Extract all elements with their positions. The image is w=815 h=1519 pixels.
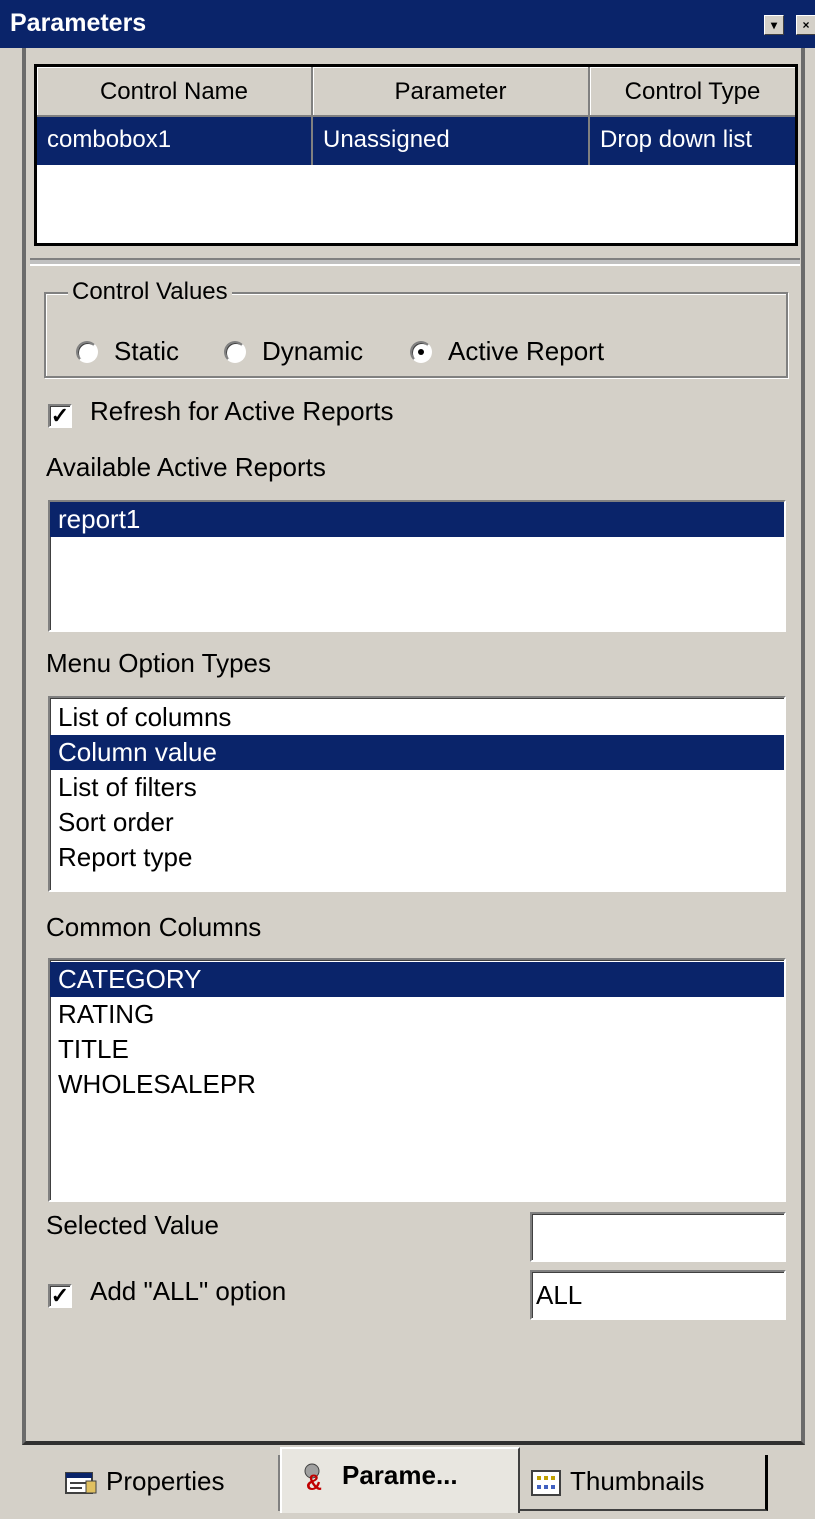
radio-active-report[interactable]: Active Report	[410, 336, 604, 367]
radio-active-report-indicator	[410, 341, 432, 363]
tab-parameters-label: Parame...	[342, 1460, 458, 1490]
tab-parameters[interactable]: & Parame...	[280, 1447, 520, 1513]
available-reports-label: Available Active Reports	[46, 452, 326, 482]
selected-value-input[interactable]	[530, 1212, 786, 1262]
add-all-value-input[interactable]: ALL	[530, 1270, 786, 1320]
radio-dynamic-label: Dynamic	[262, 336, 364, 366]
thumbnails-icon	[531, 1470, 561, 1497]
close-icon[interactable]: ×	[796, 15, 815, 35]
svg-text:&: &	[306, 1470, 322, 1492]
control-values-legend: Control Values	[68, 278, 232, 306]
list-item[interactable]: CATEGORY	[50, 962, 784, 997]
cell-control-type: Drop down list	[600, 126, 753, 153]
list-item[interactable]: WHOLESALEPR	[50, 1067, 784, 1102]
properties-icon	[65, 1472, 97, 1495]
common-columns-list[interactable]: CATEGORY RATING TITLE WHOLESALEPR	[48, 958, 786, 1202]
cell-parameter: Unassigned	[313, 117, 590, 165]
list-item[interactable]: TITLE	[50, 1032, 784, 1067]
radio-static[interactable]: Static	[76, 336, 179, 367]
list-item[interactable]: List of columns	[50, 700, 784, 735]
title-bar: Parameters ▾ ×	[0, 0, 815, 48]
selected-value-label: Selected Value	[46, 1210, 219, 1240]
radio-static-label: Static	[114, 336, 180, 366]
list-item[interactable]: Report type	[50, 840, 784, 875]
add-all-label: Add "ALL" option	[90, 1276, 287, 1306]
parameters-panel: Control Name Parameter Control Type comb…	[22, 48, 805, 1445]
panel-tabs: Properties & Parame... Thumbnails	[0, 1445, 815, 1519]
tab-thumbnails-label: Thumbnails	[570, 1466, 705, 1496]
tab-properties-label: Properties	[106, 1466, 225, 1496]
radio-active-report-label: Active Report	[448, 336, 605, 366]
common-columns-label: Common Columns	[46, 912, 262, 942]
available-reports-list[interactable]: report1	[48, 500, 786, 632]
add-all-checkbox-row[interactable]: ✓ Add "ALL" option	[48, 1276, 286, 1308]
column-header-control-name[interactable]: Control Name	[37, 67, 313, 117]
parameters-icon: &	[304, 1463, 322, 1492]
dropdown-menu-icon[interactable]: ▾	[764, 15, 784, 35]
tab-thumbnails[interactable]: Thumbnails	[520, 1455, 768, 1511]
refresh-checkbox-row[interactable]: ✓ Refresh for Active Reports	[48, 396, 393, 428]
list-item[interactable]: report1	[50, 502, 784, 537]
splitter-handle[interactable]	[30, 258, 800, 266]
list-item[interactable]: RATING	[50, 997, 784, 1032]
parameters-grid: Control Name Parameter Control Type comb…	[34, 64, 798, 246]
list-item[interactable]: Sort order	[50, 805, 784, 840]
refresh-label: Refresh for Active Reports	[90, 396, 394, 426]
column-header-parameter[interactable]: Parameter	[313, 67, 590, 117]
control-values-group: Control Values Static Dynamic Active Rep…	[44, 278, 788, 378]
cell-control-name: combobox1	[37, 117, 313, 165]
grid-header: Control Name Parameter Control Type	[37, 67, 795, 117]
tab-properties[interactable]: Properties	[46, 1455, 280, 1511]
column-header-control-type[interactable]: Control Type	[590, 67, 795, 117]
list-item[interactable]: Column value	[50, 735, 784, 770]
radio-static-indicator	[76, 341, 98, 363]
refresh-checkbox[interactable]: ✓	[48, 404, 72, 428]
list-item[interactable]: List of filters	[50, 770, 784, 805]
menu-option-types-label: Menu Option Types	[46, 648, 271, 678]
radio-dynamic[interactable]: Dynamic	[224, 336, 363, 367]
table-row[interactable]: combobox1 Unassigned Drop down list	[37, 117, 795, 165]
window-title: Parameters	[10, 9, 147, 37]
menu-option-types-list[interactable]: List of columns Column value List of fil…	[48, 696, 786, 892]
add-all-checkbox[interactable]: ✓	[48, 1284, 72, 1308]
radio-dynamic-indicator	[224, 341, 246, 363]
